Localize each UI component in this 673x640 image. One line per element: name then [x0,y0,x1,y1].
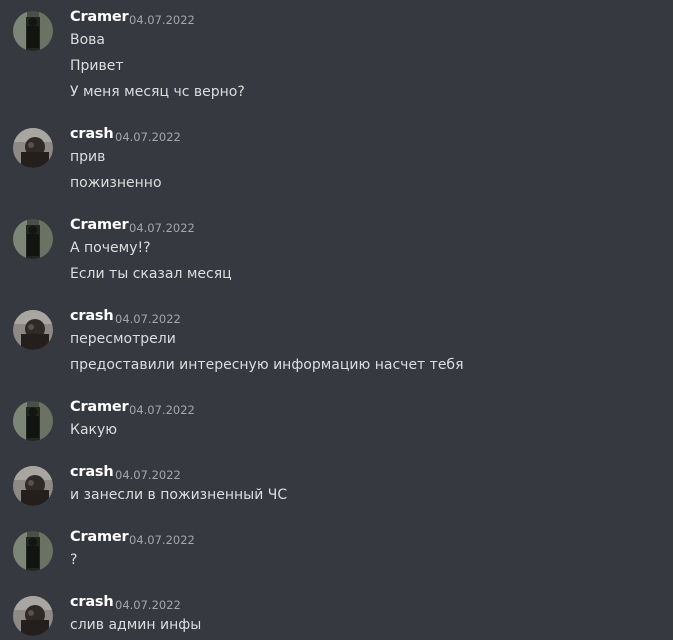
message-text: слив админ инфы [70,617,202,633]
message-author[interactable]: crash [70,464,114,480]
message-author[interactable]: Cramer [70,9,129,25]
crash-avatar[interactable] [13,128,53,168]
message-text: У меня месяц чс верно? [70,84,245,100]
message-text: и занесли в пожизненный ЧС [70,487,288,503]
message-text: Привет [70,58,124,74]
message-timestamp: 04.07.2022 [115,468,181,482]
message-timestamp: 04.07.2022 [129,13,195,27]
message-text: прив [70,149,106,165]
message-text: ? [70,552,78,568]
chat-message-list: Cramer 04.07.2022 Вова Привет У меня мес… [0,0,673,640]
message-timestamp: 04.07.2022 [129,221,195,235]
message-timestamp: 04.07.2022 [115,130,181,144]
crash-avatar[interactable] [13,466,53,506]
message-timestamp: 04.07.2022 [115,598,181,612]
message-text: пересмотрели [70,331,176,347]
crash-avatar[interactable] [13,310,53,350]
message-text: А почему!? [70,240,151,256]
message-text: предоставили интересную информацию насче… [70,357,464,373]
message-timestamp: 04.07.2022 [129,403,195,417]
cramer-avatar[interactable] [13,11,53,51]
message-timestamp: 04.07.2022 [129,533,195,547]
message-timestamp: 04.07.2022 [115,312,181,326]
message-author[interactable]: Cramer [70,529,129,545]
message-text: Вова [70,32,105,48]
message-text: Если ты сказал месяц [70,266,232,282]
cramer-avatar[interactable] [13,219,53,259]
message-text: Какую [70,422,118,438]
message-author[interactable]: crash [70,126,114,142]
message-author[interactable]: Cramer [70,217,129,233]
message-author[interactable]: crash [70,594,114,610]
message-text: пожизненно [70,175,162,191]
cramer-avatar[interactable] [13,401,53,441]
cramer-avatar[interactable] [13,531,53,571]
message-author[interactable]: Cramer [70,399,129,415]
message-author[interactable]: crash [70,308,114,324]
crash-avatar[interactable] [13,596,53,636]
